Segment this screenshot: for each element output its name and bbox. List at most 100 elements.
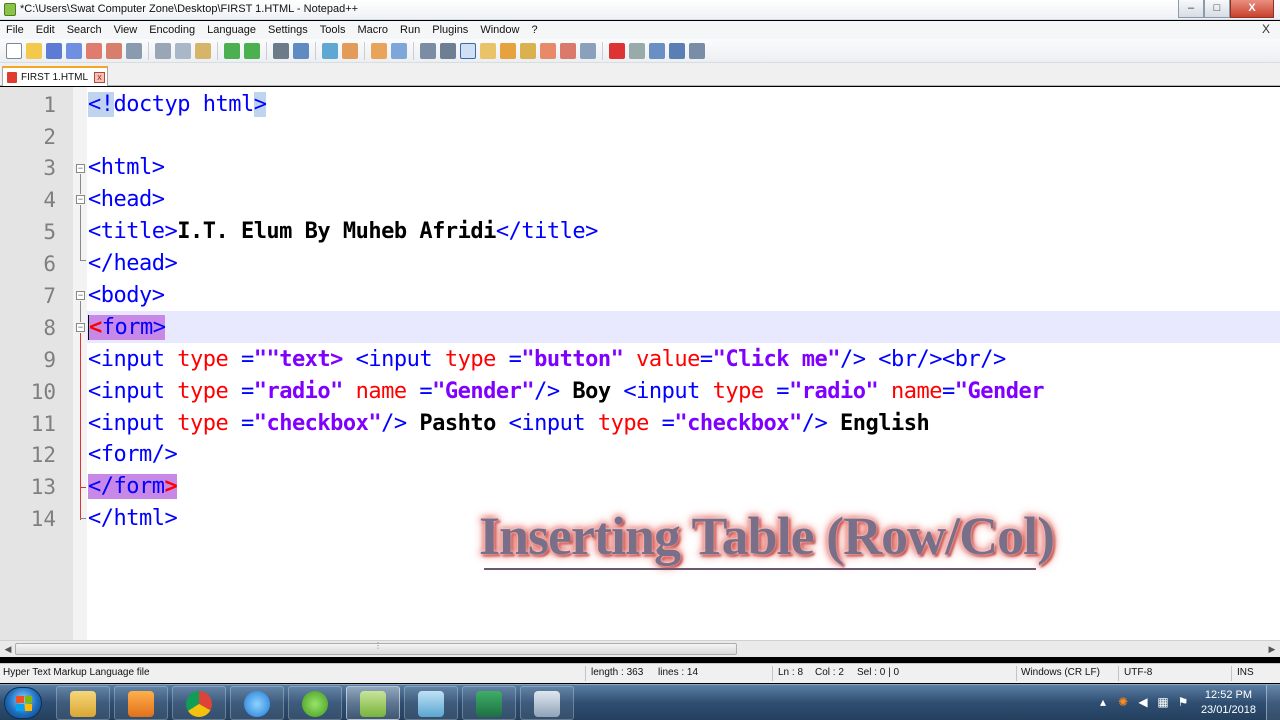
code-token: </html> bbox=[88, 506, 178, 531]
monitoring-icon[interactable] bbox=[560, 42, 576, 59]
volume-icon[interactable]: ◀ bbox=[1136, 695, 1150, 709]
folder-icon bbox=[70, 691, 96, 717]
menu-search[interactable]: Search bbox=[67, 24, 102, 36]
sync-horizontal-icon[interactable] bbox=[391, 42, 407, 59]
fold-toggle-icon[interactable]: − bbox=[76, 323, 85, 332]
start-button[interactable] bbox=[4, 687, 42, 719]
doc-map-icon[interactable] bbox=[500, 42, 516, 59]
replace-icon[interactable] bbox=[293, 42, 309, 59]
window-controls: – □ X bbox=[1178, 0, 1274, 18]
code-token: = bbox=[763, 379, 790, 404]
show-all-chars-icon[interactable] bbox=[440, 42, 456, 59]
udl-icon[interactable] bbox=[480, 42, 496, 59]
save-macro-icon[interactable] bbox=[689, 42, 705, 59]
close-all-icon[interactable] bbox=[106, 42, 122, 59]
code-token: = bbox=[699, 347, 713, 372]
menu-help[interactable]: ? bbox=[531, 24, 537, 36]
maximize-button[interactable]: □ bbox=[1204, 0, 1230, 18]
editor-area[interactable]: 1 2 3 4 5 6 7 8 9 10 11 12 13 14 − − − −… bbox=[0, 87, 1280, 640]
paste-icon[interactable] bbox=[195, 42, 211, 59]
fold-toggle-icon[interactable]: − bbox=[76, 164, 85, 173]
menu-encoding[interactable]: Encoding bbox=[149, 24, 195, 36]
code-line-5: <title>I.T. Elum By Muheb Afridi</title> bbox=[88, 216, 598, 248]
menu-window[interactable]: Window bbox=[480, 24, 519, 36]
menu-plugins[interactable]: Plugins bbox=[432, 24, 468, 36]
menu-macro[interactable]: Macro bbox=[357, 24, 388, 36]
menu-run[interactable]: Run bbox=[400, 24, 420, 36]
word-wrap-icon[interactable] bbox=[420, 42, 436, 59]
print-icon[interactable] bbox=[126, 42, 142, 59]
fold-line bbox=[80, 301, 81, 322]
menu-language[interactable]: Language bbox=[207, 24, 256, 36]
scroll-right-icon[interactable]: ▶ bbox=[1265, 643, 1279, 655]
code-token: <input bbox=[88, 347, 178, 372]
code-token: </head> bbox=[88, 251, 178, 276]
fold-toggle-icon[interactable]: − bbox=[76, 291, 85, 300]
code-token: = bbox=[495, 347, 522, 372]
function-list-icon[interactable] bbox=[520, 42, 536, 59]
status-insert-mode: INS bbox=[1237, 667, 1254, 678]
fold-end bbox=[80, 260, 86, 261]
play-multiple-icon[interactable] bbox=[669, 42, 685, 59]
menu-tools[interactable]: Tools bbox=[320, 24, 346, 36]
show-desktop-button[interactable] bbox=[1266, 685, 1280, 720]
save-icon[interactable] bbox=[46, 42, 62, 59]
avast-icon[interactable]: ✺ bbox=[1116, 695, 1130, 709]
tab-first-html[interactable]: FIRST 1.HTML x bbox=[2, 66, 108, 86]
close-button[interactable]: X bbox=[1230, 0, 1274, 18]
zoom-in-icon[interactable] bbox=[322, 42, 338, 59]
scroll-left-icon[interactable]: ◀ bbox=[1, 643, 15, 655]
menu-settings[interactable]: Settings bbox=[268, 24, 308, 36]
code-token: = bbox=[228, 347, 254, 372]
redo-icon[interactable] bbox=[244, 42, 260, 59]
taskbar-excel[interactable] bbox=[462, 686, 516, 720]
sync-vertical-icon[interactable] bbox=[371, 42, 387, 59]
zoom-out-icon[interactable] bbox=[342, 42, 358, 59]
taskbar-internet-explorer[interactable] bbox=[230, 686, 284, 720]
fold-toggle-icon[interactable]: − bbox=[76, 195, 85, 204]
taskbar-explorer[interactable] bbox=[56, 686, 110, 720]
play-macro-icon[interactable] bbox=[649, 42, 665, 59]
open-file-icon[interactable] bbox=[26, 42, 42, 59]
minimize-button[interactable]: – bbox=[1178, 0, 1204, 18]
save-all-icon[interactable] bbox=[66, 42, 82, 59]
copy-icon[interactable] bbox=[175, 42, 191, 59]
taskbar-app[interactable] bbox=[404, 686, 458, 720]
network-icon[interactable]: ▦ bbox=[1156, 695, 1170, 709]
code-token: "radio" bbox=[253, 379, 344, 404]
menu-edit[interactable]: Edit bbox=[36, 24, 55, 36]
cut-icon[interactable] bbox=[155, 42, 171, 59]
record-macro-icon[interactable] bbox=[609, 42, 625, 59]
taskbar-utorrent[interactable] bbox=[288, 686, 342, 720]
taskbar-notepadpp[interactable] bbox=[346, 686, 400, 720]
undo-icon[interactable] bbox=[224, 42, 240, 59]
indent-guide-icon[interactable] bbox=[460, 42, 476, 59]
document-close-button[interactable]: X bbox=[1262, 22, 1270, 36]
show-hidden-icons-icon[interactable]: ▴ bbox=[1096, 695, 1110, 709]
code-token: Pashto bbox=[406, 411, 509, 436]
fold-end bbox=[80, 487, 86, 488]
menu-file[interactable]: File bbox=[6, 24, 24, 36]
tab-close-icon[interactable]: x bbox=[94, 71, 106, 83]
menu-view[interactable]: View bbox=[114, 24, 138, 36]
clock[interactable]: 12:52 PM 23/01/2018 bbox=[1201, 688, 1256, 718]
view-icon[interactable] bbox=[580, 42, 596, 59]
action-center-icon[interactable]: ⚑ bbox=[1176, 695, 1190, 709]
close-file-icon[interactable] bbox=[86, 42, 102, 59]
code-token: = bbox=[942, 379, 955, 404]
taskbar-chrome[interactable] bbox=[172, 686, 226, 720]
code-token: <body> bbox=[88, 283, 165, 308]
status-line: Ln : 8 bbox=[778, 667, 804, 678]
new-file-icon[interactable] bbox=[6, 42, 22, 59]
find-icon[interactable] bbox=[273, 42, 289, 59]
horizontal-scrollbar[interactable]: ◀ ⋮ ▶ bbox=[0, 640, 1280, 657]
stop-macro-icon[interactable] bbox=[629, 42, 645, 59]
code-line-12: <form/> bbox=[88, 439, 178, 471]
taskbar-media-player[interactable] bbox=[114, 686, 168, 720]
code-line-9: <input type =""text> <input type ="butto… bbox=[88, 344, 1006, 376]
folder-workspace-icon[interactable] bbox=[540, 42, 556, 59]
code-token: <input bbox=[508, 411, 598, 436]
code-token: "checkbox" bbox=[674, 411, 802, 436]
taskbar-remote-desktop[interactable] bbox=[520, 686, 574, 720]
code-token: name bbox=[342, 379, 407, 404]
